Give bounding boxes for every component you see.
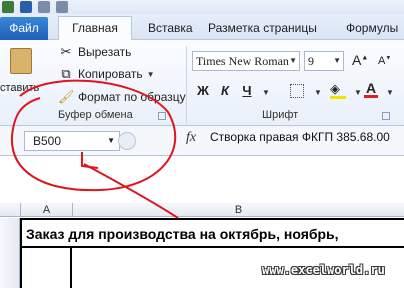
annotation-arrow-head — [81, 152, 99, 169]
annotation-overlay — [10, 79, 179, 219]
annotation-circle — [10, 79, 177, 192]
